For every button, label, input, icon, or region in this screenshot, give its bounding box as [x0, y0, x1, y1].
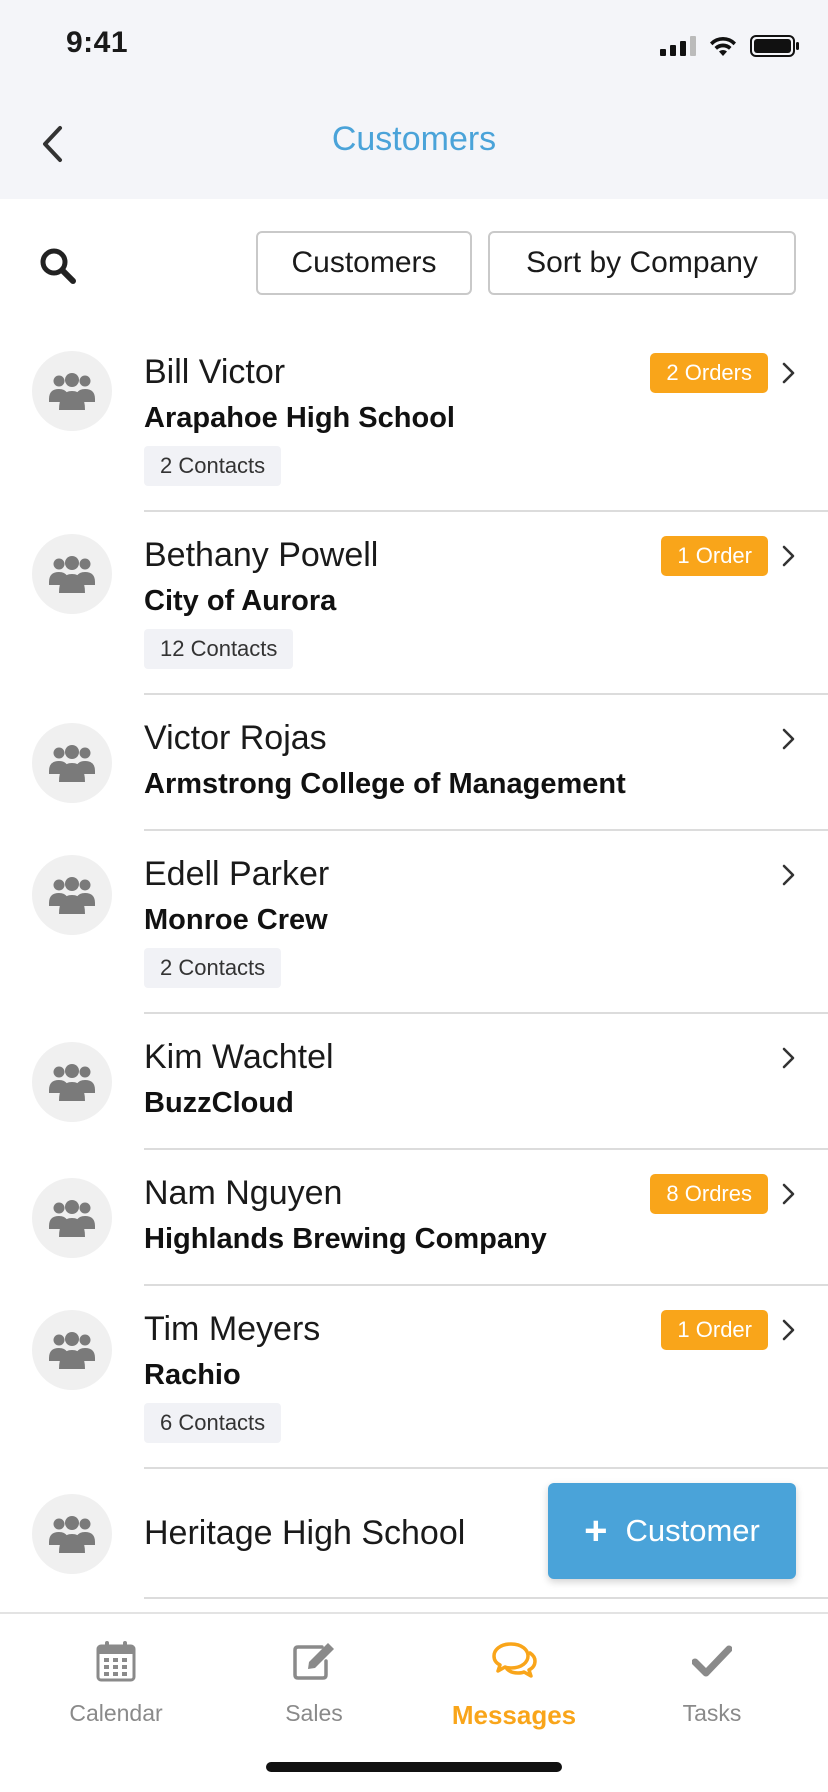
chevron-right-icon: [782, 1047, 795, 1069]
customer-name: Victor Rojas: [144, 719, 327, 757]
contacts-count-badge: 12 Contacts: [144, 629, 294, 669]
chevron-right-icon: [782, 545, 795, 567]
customer-name: Bill Victor: [144, 353, 286, 391]
tab-label: Calendar: [69, 1700, 163, 1726]
add-customer-button[interactable]: + Customer: [548, 1483, 796, 1579]
cellular-signal-icon: [660, 36, 696, 56]
orders-badge: 8 Ordres: [650, 1174, 768, 1214]
tab-label: Sales: [285, 1700, 343, 1726]
list-item[interactable]: Victor Rojas Armstrong College of Manage…: [0, 695, 828, 831]
header: 9:41 Customers: [0, 0, 828, 199]
customer-name: Nam Nguyen: [144, 1174, 343, 1212]
orders-badge: 1 Order: [661, 1310, 768, 1350]
list-item[interactable]: Kim Wachtel BuzzCloud: [0, 1014, 828, 1150]
company-name: City of Aurora: [144, 585, 337, 617]
chat-bubbles-icon: [492, 1642, 537, 1678]
tab-tasks[interactable]: Tasks: [612, 1636, 812, 1727]
company-name: Armstrong College of Management: [144, 768, 626, 800]
add-customer-label: Customer: [625, 1513, 760, 1548]
list-item[interactable]: Bill Victor Arapahoe High School 2 Conta…: [0, 329, 828, 512]
chevron-right-icon: [782, 728, 795, 750]
chevron-right-icon: [782, 1319, 795, 1341]
list-item[interactable]: Edell Parker Monroe Crew 2 Contacts: [0, 831, 828, 1014]
tab-sales[interactable]: Sales: [214, 1636, 414, 1727]
battery-icon: [750, 35, 799, 57]
customer-name: Bethany Powell: [144, 536, 379, 574]
customer-name: Heritage High School: [144, 1514, 466, 1552]
chevron-right-icon: [782, 1183, 795, 1205]
divider: [144, 1597, 828, 1599]
avatar: [32, 855, 112, 935]
customer-name: Tim Meyers: [144, 1310, 321, 1348]
edit-icon: [293, 1643, 334, 1680]
page-title: Customers: [331, 120, 497, 158]
customer-name: Edell Parker: [144, 855, 330, 893]
group-icon: [49, 556, 95, 593]
group-icon: [49, 1332, 95, 1369]
group-icon: [49, 745, 95, 782]
orders-badge: 1 Order: [661, 536, 768, 576]
checkmark-icon: [692, 1645, 732, 1677]
avatar: [32, 351, 112, 431]
calendar-icon: [96, 1641, 136, 1682]
sort-by-company-button[interactable]: Sort by Company: [488, 231, 796, 295]
orders-badge: 2 Orders: [650, 353, 768, 393]
tab-messages[interactable]: Messages: [414, 1636, 614, 1731]
contacts-count-badge: 2 Contacts: [144, 948, 282, 988]
wifi-icon: [710, 36, 736, 56]
tab-calendar[interactable]: Calendar: [16, 1636, 216, 1727]
customer-name: Kim Wachtel: [144, 1038, 334, 1076]
company-name: Monroe Crew: [144, 904, 328, 936]
avatar: [32, 1178, 112, 1258]
home-indicator: [266, 1762, 562, 1772]
company-name: Highlands Brewing Company: [144, 1223, 547, 1255]
list-item[interactable]: Bethany Powell City of Aurora 12 Contact…: [0, 512, 828, 695]
company-name: Rachio: [144, 1359, 241, 1391]
toolbar: Customers Sort by Company: [0, 199, 828, 329]
customer-list: Bill Victor Arapahoe High School 2 Conta…: [0, 329, 828, 1599]
group-icon: [49, 1064, 95, 1101]
status-time: 9:41: [66, 26, 129, 59]
avatar: [32, 534, 112, 614]
company-name: BuzzCloud: [144, 1087, 294, 1119]
group-icon: [49, 1200, 95, 1237]
search-icon[interactable]: [38, 246, 78, 286]
customers-filter-button[interactable]: Customers: [256, 231, 472, 295]
list-item[interactable]: Nam Nguyen Highlands Brewing Company 8 O…: [0, 1150, 828, 1286]
list-item[interactable]: Tim Meyers Rachio 6 Contacts 1 Order: [0, 1286, 828, 1469]
avatar: [32, 1042, 112, 1122]
contacts-count-badge: 6 Contacts: [144, 1403, 282, 1443]
tab-label: Messages: [451, 1700, 577, 1730]
group-icon: [49, 877, 95, 914]
group-icon: [49, 1516, 95, 1553]
status-icons: [660, 34, 800, 58]
avatar: [32, 1494, 112, 1574]
chevron-right-icon: [782, 362, 795, 384]
avatar: [32, 723, 112, 803]
plus-icon: +: [584, 1509, 608, 1553]
tab-label: Tasks: [682, 1700, 742, 1726]
group-icon: [49, 373, 95, 410]
contacts-count-badge: 2 Contacts: [144, 446, 282, 486]
customers-screen: 9:41 Customers Customers Sort by Company…: [0, 0, 828, 1792]
chevron-right-icon: [782, 864, 795, 886]
company-name: Arapahoe High School: [144, 402, 455, 434]
avatar: [32, 1310, 112, 1390]
